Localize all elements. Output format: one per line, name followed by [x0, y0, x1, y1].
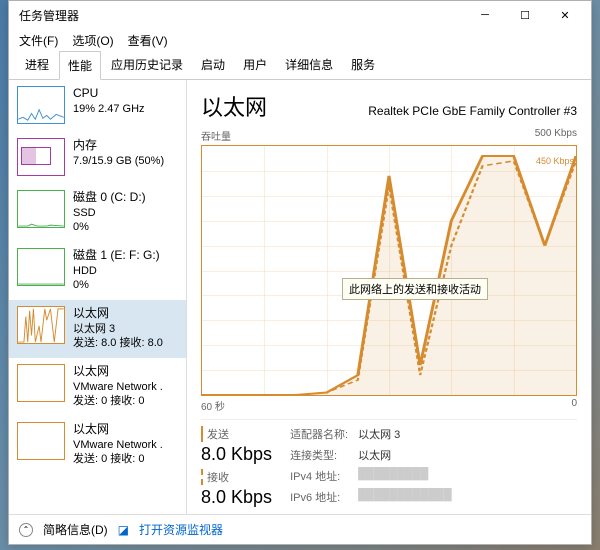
sidebar[interactable]: CPU 19% 2.47 GHz 内存 7.9/15.9 GB (50%) 磁盘…: [9, 80, 187, 514]
tab-services[interactable]: 服务: [343, 51, 383, 79]
detail-title: 以太网: [201, 90, 267, 122]
recv-value: 8.0 Kbps: [201, 487, 272, 508]
tab-startup[interactable]: 启动: [193, 51, 233, 79]
x-right: 0: [571, 398, 577, 413]
disk-thumb-icon: [17, 190, 65, 228]
sidebar-item-memory[interactable]: 内存 7.9/15.9 GB (50%): [9, 132, 186, 184]
memory-thumb-icon: [17, 138, 65, 176]
app-title: 任务管理器: [15, 7, 465, 24]
net-thumb-icon: [17, 422, 65, 460]
sidebar-item-label: 以太网: [73, 306, 163, 320]
fewer-details-button[interactable]: 简略信息(D): [43, 521, 108, 538]
resource-monitor-icon: ◪: [118, 523, 129, 537]
tab-app-history[interactable]: 应用历史记录: [103, 51, 191, 79]
sidebar-item-label: 以太网: [73, 364, 163, 378]
send-label: 发送: [201, 426, 272, 442]
sidebar-item-label: 内存: [73, 138, 164, 152]
sidebar-item-label: CPU: [73, 86, 145, 100]
sidebar-item-label: 以太网: [73, 422, 163, 436]
close-button[interactable]: ✕: [545, 2, 585, 28]
network-properties: 适配器名称:以太网 3 连接类型:以太网 IPv4 地址:█████████ I…: [290, 426, 452, 508]
sidebar-item-disk1[interactable]: 磁盘 1 (E: F: G:) HDD 0%: [9, 242, 186, 300]
chart-lines: [202, 146, 576, 395]
tabs: 进程 性能 应用历史记录 启动 用户 详细信息 服务: [9, 51, 591, 80]
tab-details[interactable]: 详细信息: [277, 51, 341, 79]
collapse-icon[interactable]: ⌃: [19, 523, 33, 537]
recv-label: 接收: [201, 469, 272, 485]
footer: ⌃ 简略信息(D) ◪ 打开资源监视器: [9, 514, 591, 544]
chart-max: 500 Kbps: [535, 128, 577, 143]
net-thumb-icon: [17, 364, 65, 402]
menubar: 文件(F) 选项(O) 查看(V): [9, 29, 591, 51]
titlebar[interactable]: 任务管理器 ─ ☐ ✕: [9, 1, 591, 29]
sidebar-item-cpu[interactable]: CPU 19% 2.47 GHz: [9, 80, 186, 132]
disk-thumb-icon: [17, 248, 65, 286]
cpu-thumb-icon: [17, 86, 65, 124]
net-thumb-icon: [17, 306, 65, 344]
sidebar-item-label: 磁盘 0 (C: D:): [73, 190, 146, 204]
sidebar-item-ethernet-vmw1[interactable]: 以太网 VMware Network . 发送: 0 接收: 0: [9, 358, 186, 416]
device-name: Realtek PCIe GbE Family Controller #3: [368, 104, 577, 118]
maximize-button[interactable]: ☐: [505, 2, 545, 28]
menu-file[interactable]: 文件(F): [19, 32, 58, 49]
sidebar-item-disk0[interactable]: 磁盘 0 (C: D:) SSD 0%: [9, 184, 186, 242]
menu-view[interactable]: 查看(V): [128, 32, 168, 49]
tab-processes[interactable]: 进程: [17, 51, 57, 79]
tab-performance[interactable]: 性能: [59, 51, 101, 80]
send-value: 8.0 Kbps: [201, 444, 272, 465]
x-left: 60 秒: [201, 398, 225, 413]
sidebar-item-ethernet-vmw2[interactable]: 以太网 VMware Network . 发送: 0 接收: 0: [9, 416, 186, 474]
sidebar-item-label: 磁盘 1 (E: F: G:): [73, 248, 160, 262]
sidebar-item-ethernet-3[interactable]: 以太网 以太网 3 发送: 8.0 接收: 8.0: [9, 300, 186, 358]
detail-panel: 以太网 Realtek PCIe GbE Family Controller #…: [187, 80, 591, 514]
chart-label: 吞吐量: [201, 128, 231, 143]
menu-options[interactable]: 选项(O): [72, 32, 113, 49]
tab-users[interactable]: 用户: [235, 51, 275, 79]
chart-tooltip: 此网络上的发送和接收活动: [342, 278, 488, 300]
task-manager-window: 任务管理器 ─ ☐ ✕ 文件(F) 选项(O) 查看(V) 进程 性能 应用历史…: [8, 0, 592, 545]
minimize-button[interactable]: ─: [465, 2, 505, 28]
throughput-chart[interactable]: 450 Kbps 此网络上的发送和接收活动: [201, 145, 577, 396]
open-resource-monitor-link[interactable]: 打开资源监视器: [139, 521, 223, 538]
